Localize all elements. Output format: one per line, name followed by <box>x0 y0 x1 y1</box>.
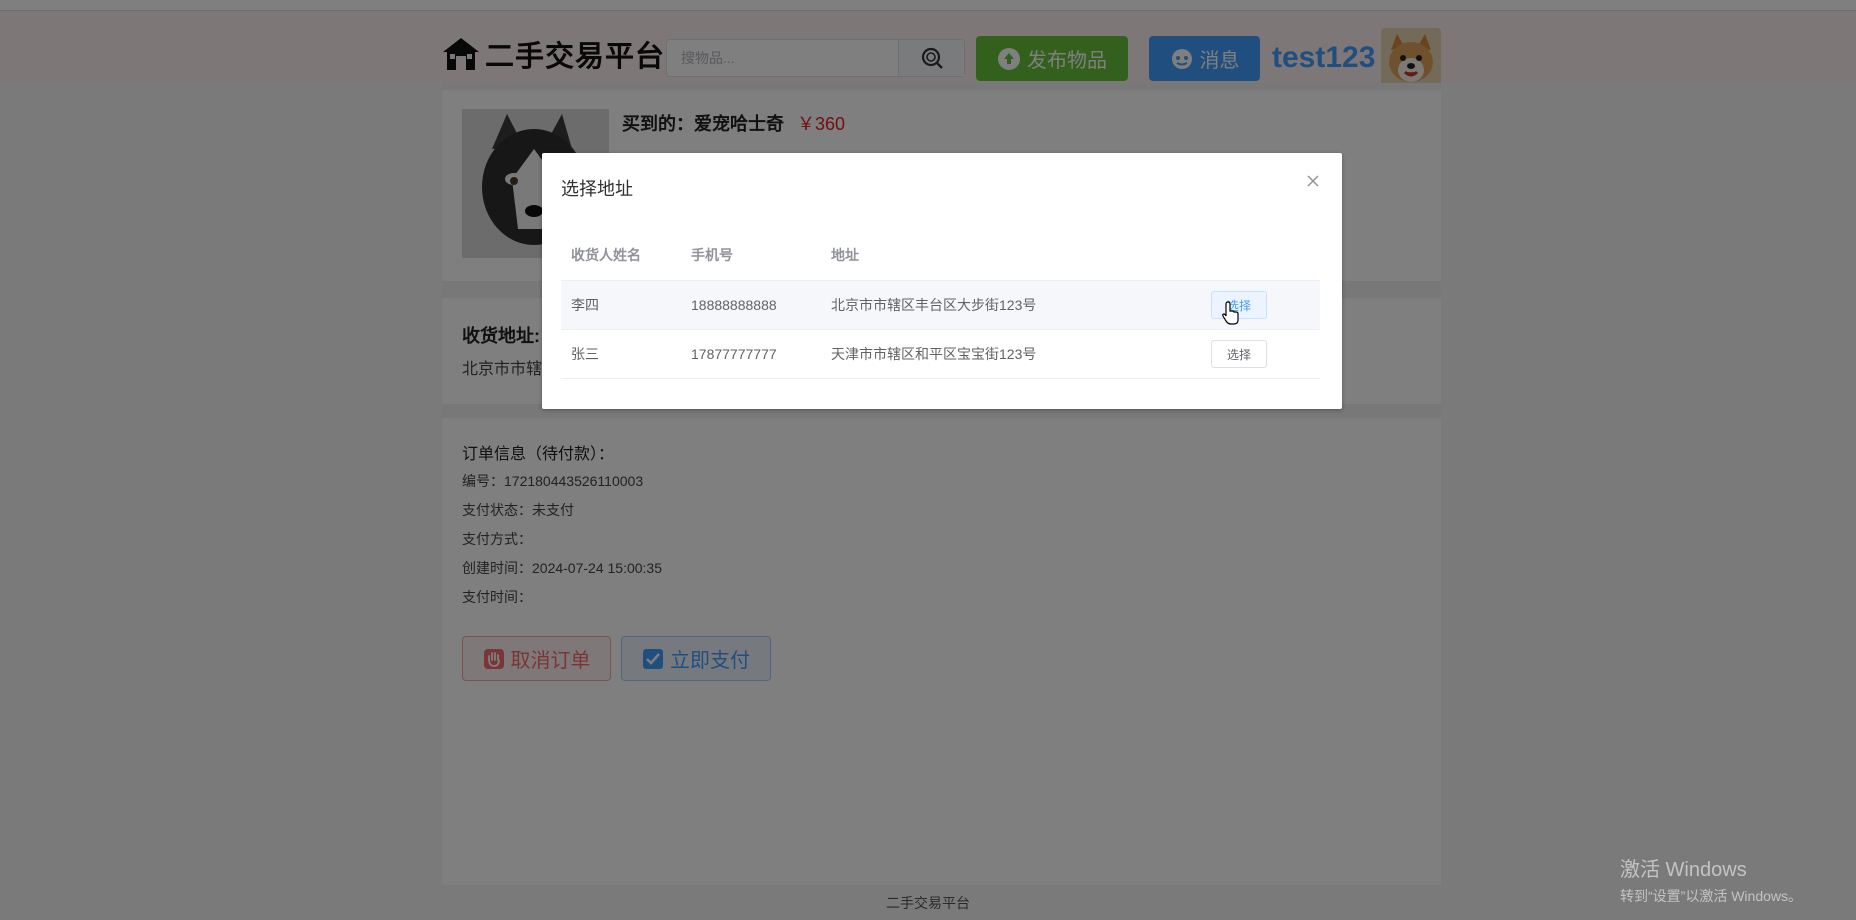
table-row: 李四 18888888888 北京市市辖区丰台区大步街123号 选择 <box>561 281 1320 330</box>
select-address-dialog: 选择地址 收货人姓名 手机号 地址 李四 18888888888 北京市市辖区丰… <box>542 153 1342 409</box>
hand-cursor-icon <box>1222 301 1239 325</box>
recipient-phone: 18888888888 <box>691 297 777 313</box>
select-address-button[interactable]: 选择 <box>1211 340 1267 368</box>
modal-overlay[interactable] <box>0 0 1856 920</box>
recipient-address: 北京市市辖区丰台区大步街123号 <box>831 297 1037 313</box>
column-header-name: 收货人姓名 <box>571 246 641 263</box>
column-header-phone: 手机号 <box>691 246 733 263</box>
watermark-line2: 转到“设置”以激活 Windows。 <box>1620 888 1803 904</box>
recipient-phone: 17877777777 <box>691 346 777 362</box>
row-action: 选择 <box>1211 330 1267 378</box>
close-icon[interactable] <box>1305 173 1321 189</box>
recipient-name: 李四 <box>571 297 599 313</box>
watermark-line1: 激活 Windows <box>1620 859 1747 881</box>
table-row: 张三 17877777777 天津市市辖区和平区宝宝街123号 选择 <box>561 330 1320 379</box>
address-table: 收货人姓名 手机号 地址 李四 18888888888 北京市市辖区丰台区大步街… <box>561 229 1320 379</box>
column-header-address: 地址 <box>831 246 859 263</box>
windows-activation-watermark: 激活 Windows 转到“设置”以激活 Windows。 <box>1620 853 1802 906</box>
table-header: 收货人姓名 手机号 地址 <box>561 229 1320 281</box>
recipient-name: 张三 <box>571 346 599 362</box>
recipient-address: 天津市市辖区和平区宝宝街123号 <box>831 346 1037 362</box>
dialog-title: 选择地址 <box>561 179 633 199</box>
